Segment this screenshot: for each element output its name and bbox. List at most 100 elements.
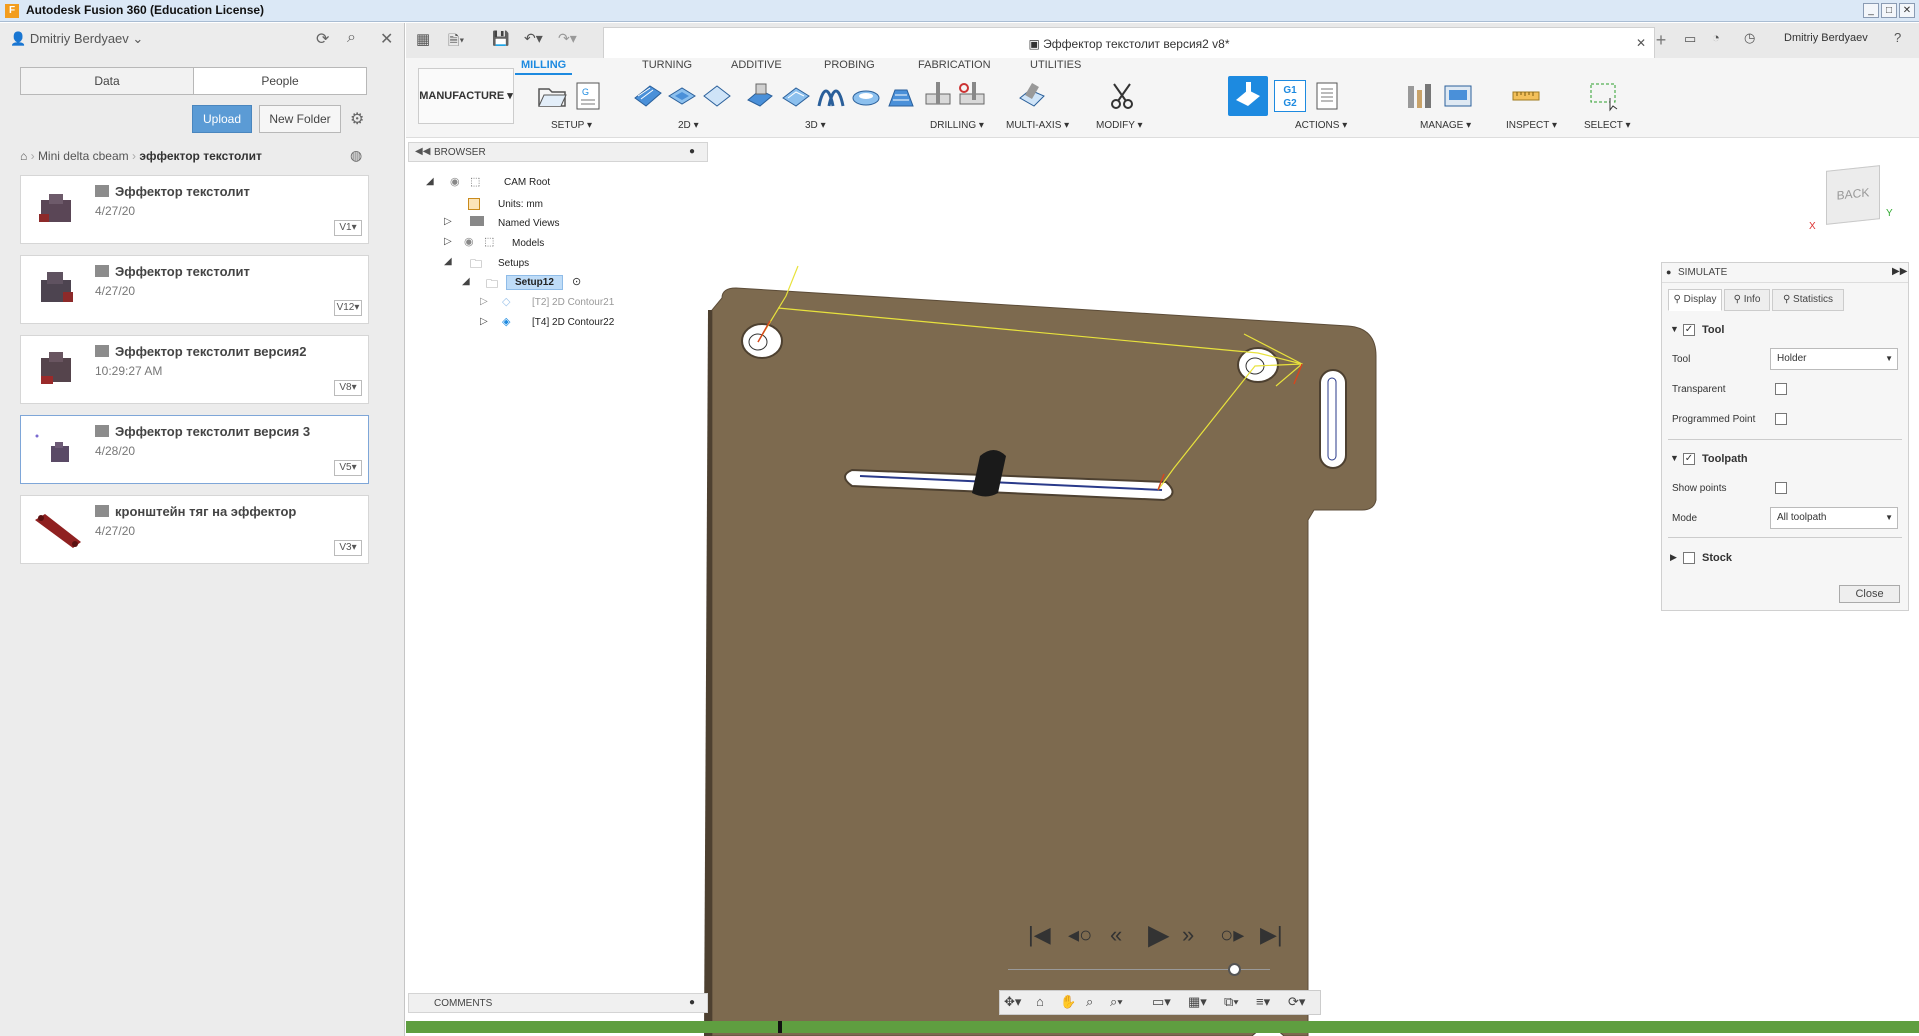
tab-fabrication[interactable]: FABRICATION (918, 59, 991, 71)
section-analysis-icon[interactable]: ≡▾ (1256, 994, 1270, 1010)
file-card[interactable]: Эффектор текстолит 4/27/20 V1▾ (20, 175, 369, 244)
redo-icon[interactable]: ↷▾ (558, 30, 577, 47)
tab-additive[interactable]: ADDITIVE (731, 59, 782, 71)
expand-toggle[interactable]: ◢ (426, 176, 434, 187)
skip-to-start-icon[interactable]: |◀ (1028, 922, 1051, 948)
group-setup[interactable]: SETUP ▾ (551, 120, 592, 131)
browser-node-cam-root[interactable]: CAM Root (504, 177, 550, 188)
workspace-selector[interactable]: MANUFACTURE ▾ (418, 68, 514, 124)
browser-node-setups[interactable]: Setups (498, 258, 529, 269)
browser-node-setup12[interactable]: Setup12 (506, 275, 563, 290)
group-3d[interactable]: 3D ▾ (805, 120, 826, 131)
vertical-slot[interactable] (1319, 369, 1347, 469)
collapse-tool-section[interactable]: ▼ (1670, 324, 1679, 334)
scallop-icon[interactable] (850, 80, 882, 112)
2d-adaptive-icon[interactable] (632, 80, 664, 112)
globe-icon[interactable]: ◍ (350, 147, 362, 164)
document-tab[interactable]: ▣ Эффектор текстолит версия2 v8* ✕ (603, 27, 1655, 58)
3d-pocket-icon[interactable] (780, 80, 812, 112)
file-card[interactable]: Эффектор текстолит 4/27/20 V12▾ (20, 255, 369, 324)
show-points-checkbox[interactable] (1775, 482, 1787, 494)
settings-gear-icon[interactable]: ⚙ (350, 109, 364, 129)
version-badge[interactable]: V8▾ (334, 380, 362, 396)
zoom-icon[interactable]: ⌕ (1086, 994, 1093, 1010)
visibility-eye-icon[interactable]: ◉ (450, 175, 460, 188)
activate-setup-icon[interactable]: ⊙ (572, 275, 581, 288)
skip-to-end-icon[interactable]: ▶| (1260, 922, 1283, 948)
mode-select[interactable]: All toolpath ▼ (1770, 507, 1898, 529)
expand-panel-icon[interactable]: ▶▶ (1892, 266, 1907, 277)
version-badge[interactable]: V1▾ (334, 220, 362, 236)
file-card[interactable]: Эффектор текстолит версия 3 4/28/20 V5▾ (20, 415, 369, 484)
save-icon[interactable]: 💾 (492, 30, 509, 47)
undo-icon[interactable]: ↶▾ (524, 30, 543, 47)
scissors-icon[interactable] (1106, 80, 1138, 112)
hole-recognition-icon[interactable] (956, 80, 988, 112)
refresh-icon[interactable]: ⟳ (316, 29, 329, 49)
header-user-name[interactable]: Dmitriy Berdyaev (1784, 32, 1868, 44)
expand-stock-section[interactable]: ▶ (1670, 552, 1677, 563)
collapse-toolpath-section[interactable]: ▼ (1670, 453, 1679, 463)
file-menu-icon[interactable]: 🗎▾ (448, 30, 464, 54)
playback-slider-handle[interactable] (1228, 963, 1241, 976)
2d-pocket-icon[interactable] (666, 80, 698, 112)
simulate-button[interactable] (1228, 76, 1268, 116)
expand-toggle[interactable]: ▷ (480, 316, 488, 327)
file-card[interactable]: кронштейн тяг на эффектор 4/27/20 V3▾ (20, 495, 369, 564)
close-simulate-button[interactable]: Close (1839, 585, 1900, 603)
tool-checkbox[interactable]: ✓ (1683, 324, 1695, 336)
viewports-icon[interactable]: ⧉▾ (1224, 994, 1239, 1010)
previous-operation-icon[interactable]: ◂○ (1068, 922, 1092, 948)
collapse-browser-icon[interactable]: ◀◀ (415, 146, 430, 157)
play-icon[interactable]: ▶ (1148, 918, 1170, 951)
group-actions[interactable]: ACTIONS ▾ (1295, 120, 1347, 131)
pan-hand-icon[interactable]: ✋ (1060, 994, 1076, 1010)
tool-library-icon[interactable] (1404, 80, 1436, 112)
expand-toggle[interactable]: ▷ (480, 296, 488, 307)
tab-statistics[interactable]: ⚲ Statistics (1772, 289, 1844, 311)
open-folder-icon[interactable] (536, 80, 568, 112)
job-status-icon[interactable]: ▭ (1684, 31, 1696, 47)
multi-axis-icon[interactable] (1016, 80, 1048, 112)
tab-turning[interactable]: TURNING (642, 59, 692, 71)
notifications-icon[interactable]: ◔ (1712, 30, 1720, 45)
expand-toggle[interactable]: ◢ (462, 276, 470, 287)
tab-info[interactable]: ⚲ Info (1724, 289, 1770, 311)
clock-icon[interactable]: ◷ (1744, 30, 1755, 46)
version-badge[interactable]: V5▾ (334, 460, 362, 476)
setup-sheet-icon[interactable] (1311, 80, 1343, 112)
transparent-checkbox[interactable] (1775, 383, 1787, 395)
nc-program-icon[interactable]: G (572, 80, 604, 112)
version-badge[interactable]: V3▾ (334, 540, 362, 556)
add-comment-icon[interactable]: ● (689, 997, 695, 1008)
expand-toggle[interactable]: ▷ (444, 236, 452, 247)
toolpath-checkbox[interactable]: ✓ (1683, 453, 1695, 465)
help-icon[interactable]: ? (1894, 30, 1901, 45)
tab-milling[interactable]: MILLING (515, 59, 573, 75)
version-badge[interactable]: V12▾ (334, 300, 362, 316)
home-icon[interactable]: ⌂ (20, 149, 27, 163)
view-cube[interactable]: BACK (1826, 165, 1880, 225)
expand-toggle[interactable]: ▷ (444, 216, 452, 227)
simulation-timeline[interactable] (406, 1021, 1919, 1033)
upload-button[interactable]: Upload (192, 105, 252, 133)
minimize-button[interactable]: _ (1863, 3, 1879, 18)
tab-display[interactable]: ⚲ Display (1668, 289, 1722, 311)
tab-probing[interactable]: PROBING (824, 59, 875, 71)
timeline-marker[interactable] (778, 1021, 782, 1033)
browser-node-units[interactable]: Units: mm (498, 199, 543, 210)
browser-node-operation[interactable]: [T4] 2D Contour22 (532, 317, 614, 328)
group-drilling[interactable]: DRILLING ▾ (930, 120, 984, 131)
close-panel-icon[interactable]: ✕ (380, 29, 393, 49)
expand-toggle[interactable]: ◢ (444, 256, 452, 267)
browser-node-named-views[interactable]: Named Views (498, 218, 560, 229)
next-operation-icon[interactable]: ○▸ (1220, 922, 1244, 948)
face-icon[interactable] (701, 80, 733, 112)
mounting-hole[interactable] (741, 323, 783, 359)
browser-node-models[interactable]: Models (512, 238, 544, 249)
group-multi-axis[interactable]: MULTI-AXIS ▾ (1006, 120, 1069, 131)
visibility-eye-icon[interactable]: ◉ (464, 235, 474, 248)
browser-options-icon[interactable]: ● (689, 146, 695, 157)
close-tab-icon[interactable]: ✕ (1636, 36, 1646, 50)
group-inspect[interactable]: INSPECT ▾ (1506, 120, 1557, 131)
